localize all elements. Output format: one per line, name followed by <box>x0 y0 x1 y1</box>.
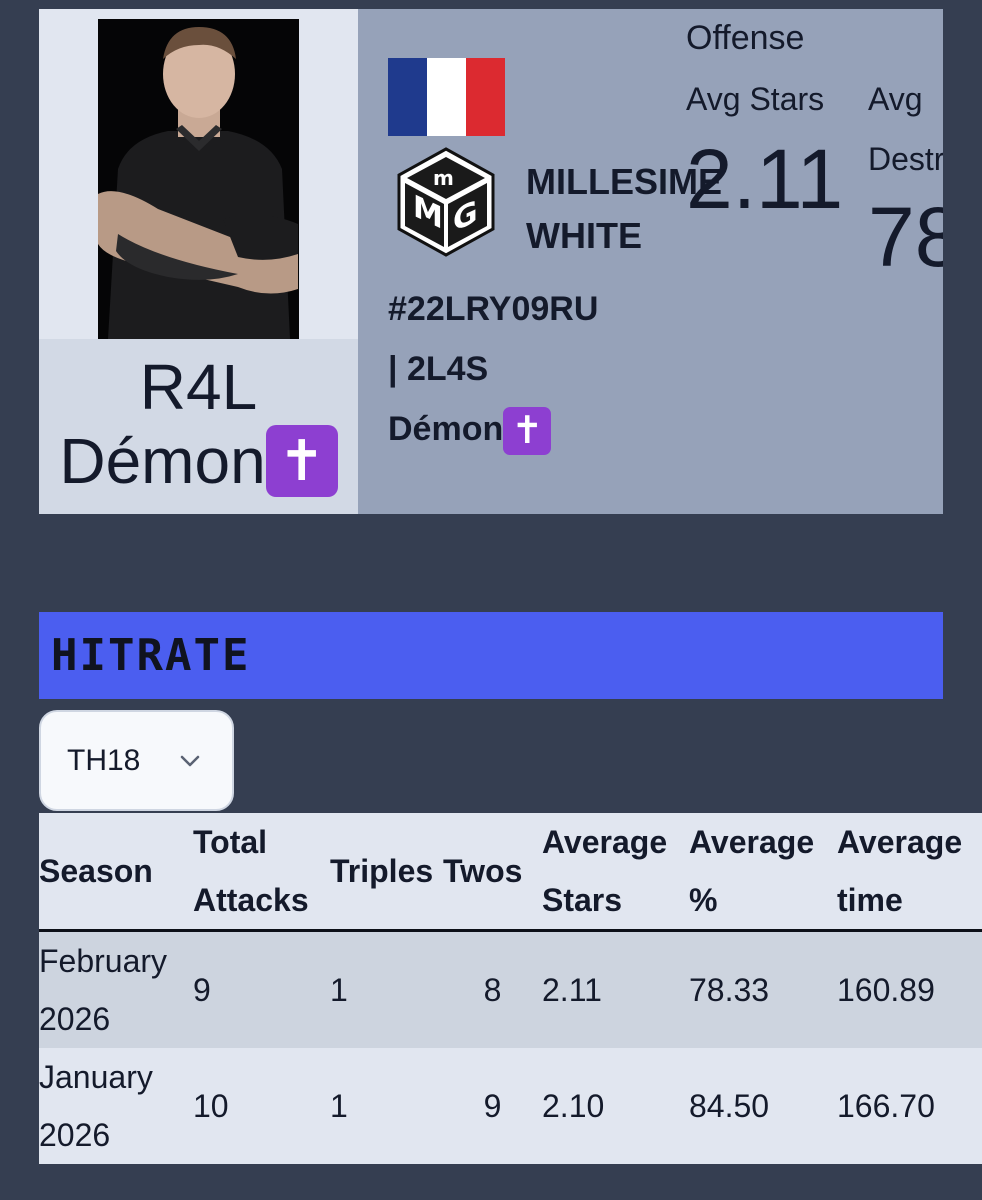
player-name: R4L Démon ✝ <box>39 339 358 514</box>
flag-stripe-blue <box>388 58 427 136</box>
cell-average-time: 160.89 <box>837 972 935 1008</box>
svg-text:m: m <box>433 166 454 190</box>
avg-destruction-label-line2: Destruction <box>868 141 943 177</box>
town-hall-select-value: TH18 <box>67 743 141 777</box>
cell-average-percent: 78.33 <box>689 972 770 1008</box>
player-panel: R4L Démon ✝ <box>39 9 358 514</box>
cross-emoji-icon: ✝ <box>503 407 552 456</box>
player-tag-suffix: | 2L4S <box>388 350 489 388</box>
cell-triples: 1 <box>330 972 348 1008</box>
clan-logo-icon: M G m <box>395 147 497 257</box>
player-tag-name-text: Démon <box>388 410 504 448</box>
column-header-twos[interactable]: Twos <box>443 813 542 931</box>
player-tag-id: #22LRY09RU <box>388 290 599 328</box>
cell-average-stars: 2.10 <box>542 1088 605 1124</box>
cell-twos: 8 <box>483 972 502 1008</box>
offense-title: Offense <box>686 19 805 57</box>
player-name-line1: R4L <box>139 351 258 423</box>
player-photo-illustration <box>98 19 299 339</box>
player-name-line2: Démon ✝ <box>39 425 358 498</box>
avg-stars-value: 2.11 <box>686 132 844 226</box>
cell-triples: 1 <box>330 1088 348 1124</box>
player-tag-block: #22LRY09RU | 2L4S Démon ✝ <box>388 279 688 459</box>
column-header-average-stars[interactable]: Average Stars <box>542 813 689 931</box>
flag-stripe-white <box>427 58 466 136</box>
column-header-average-time[interactable]: Average time <box>837 813 982 931</box>
cell-total-attacks: 9 <box>193 972 211 1008</box>
column-header-total-attacks[interactable]: Total Attacks <box>193 813 330 931</box>
column-header-average-percent[interactable]: Average% <box>689 813 837 931</box>
player-name-text: Démon <box>59 425 266 497</box>
hitrate-table: Season Total Attacks Triples Twos Average… <box>39 813 982 1164</box>
hitrate-header: HITRATE <box>39 612 943 699</box>
cell-season: January 2026 <box>39 1059 153 1153</box>
chevron-down-icon <box>180 755 200 767</box>
table-row: February 2026 9 1 8 2.11 78.33 160.89 <box>39 930 982 1048</box>
cell-average-percent: 84.50 <box>689 1088 770 1124</box>
player-photo <box>98 19 299 339</box>
town-hall-select[interactable]: TH18 <box>39 710 234 811</box>
avg-destruction-value: 78.33 <box>868 190 943 284</box>
avg-stars-label: Avg Stars <box>686 81 825 117</box>
france-flag-icon <box>388 58 505 136</box>
cell-season: February 2026 <box>39 943 168 1037</box>
cell-average-stars: 2.11 <box>542 972 602 1008</box>
table-header-row: Season Total Attacks Triples Twos Average… <box>39 813 982 931</box>
avg-destruction-label-line1: Avg <box>868 81 923 117</box>
table-row: January 2026 10 1 9 2.10 84.50 166.70 <box>39 1048 982 1164</box>
cell-total-attacks: 10 <box>193 1088 229 1124</box>
flag-stripe-red <box>466 58 505 136</box>
column-header-season[interactable]: Season <box>39 813 193 931</box>
player-card: R4L Démon ✝ M G m MILLESIME WHITE #22LRY0… <box>39 9 943 514</box>
cell-twos: 9 <box>483 1088 502 1124</box>
cell-average-time: 166.70 <box>837 1088 935 1124</box>
hitrate-title: HITRATE <box>51 630 251 681</box>
column-header-triples[interactable]: Triples <box>330 813 443 931</box>
cross-emoji-icon: ✝ <box>265 425 338 498</box>
player-tag-name: Démon ✝ <box>388 399 688 459</box>
hitrate-table-container: Season Total Attacks Triples Twos Average… <box>39 813 982 1165</box>
